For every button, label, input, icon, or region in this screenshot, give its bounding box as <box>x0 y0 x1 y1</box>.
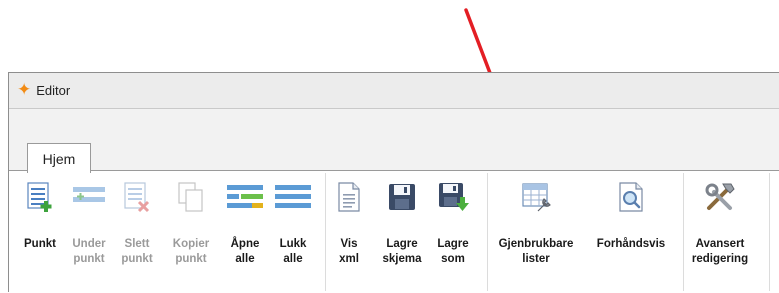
expand-all-icon <box>226 179 264 215</box>
collapse-all-icon <box>274 179 312 215</box>
editor-window: ✦ Editor Hjem Punkt Under punkt Slett pu… <box>8 72 779 293</box>
avansert-redigering-button[interactable]: Avansert redigering <box>685 171 755 279</box>
add-subitem-icon <box>71 179 107 215</box>
reusable-lists-icon <box>520 179 552 215</box>
forhandsvis-button[interactable]: Forhåndsvis <box>593 171 669 279</box>
tab-hjem[interactable]: Hjem <box>27 143 91 173</box>
punkt-button[interactable]: Punkt <box>19 171 61 279</box>
kopier-punkt-button[interactable]: Kopier punkt <box>167 171 215 279</box>
ribbon-separator <box>683 173 684 291</box>
forhandsvis-label: Forhåndsvis <box>596 238 666 250</box>
vis-xml-label: Vis xml <box>339 238 359 265</box>
slett-punkt-label: Slett punkt <box>121 238 153 265</box>
delete-item-icon <box>122 179 152 215</box>
copy-icon <box>176 179 206 215</box>
tab-strip: Hjem <box>9 109 779 173</box>
gjenbrukbare-lister-button[interactable]: Gjenbrukbare lister <box>493 171 579 279</box>
lagre-skjema-label: Lagre skjema <box>382 238 422 265</box>
under-punkt-label: Under punkt <box>72 238 106 265</box>
title-bar: ✦ Editor <box>9 73 779 109</box>
save-as-icon <box>437 179 469 215</box>
ribbon: Punkt Under punkt Slett punkt Kopier pun… <box>9 170 779 293</box>
apne-alle-label: Åpne alle <box>230 238 260 265</box>
punkt-label: Punkt <box>24 238 56 250</box>
apne-alle-button[interactable]: Åpne alle <box>223 171 267 279</box>
lukk-alle-button[interactable]: Lukk alle <box>271 171 315 279</box>
gjenbrukbare-lister-label: Gjenbrukbare lister <box>498 238 574 265</box>
document-icon <box>336 179 362 215</box>
window-title: Editor <box>36 83 71 98</box>
ribbon-separator <box>487 173 488 291</box>
save-icon <box>387 179 417 215</box>
under-punkt-button[interactable]: Under punkt <box>65 171 113 279</box>
add-item-icon <box>25 179 55 215</box>
slett-punkt-button[interactable]: Slett punkt <box>115 171 159 279</box>
ribbon-separator <box>325 173 326 291</box>
star-icon: ✦ <box>17 80 32 100</box>
lukk-alle-label: Lukk alle <box>279 238 307 265</box>
avansert-redigering-label: Avansert redigering <box>691 238 749 265</box>
ribbon-separator <box>769 173 770 291</box>
vis-xml-button[interactable]: Vis xml <box>331 171 367 279</box>
lagre-som-button[interactable]: Lagre som <box>433 171 473 279</box>
tools-icon <box>703 179 737 215</box>
preview-icon <box>617 179 645 215</box>
lagre-skjema-button[interactable]: Lagre skjema <box>377 171 427 279</box>
lagre-som-label: Lagre som <box>437 238 469 265</box>
kopier-punkt-label: Kopier punkt <box>172 238 210 265</box>
